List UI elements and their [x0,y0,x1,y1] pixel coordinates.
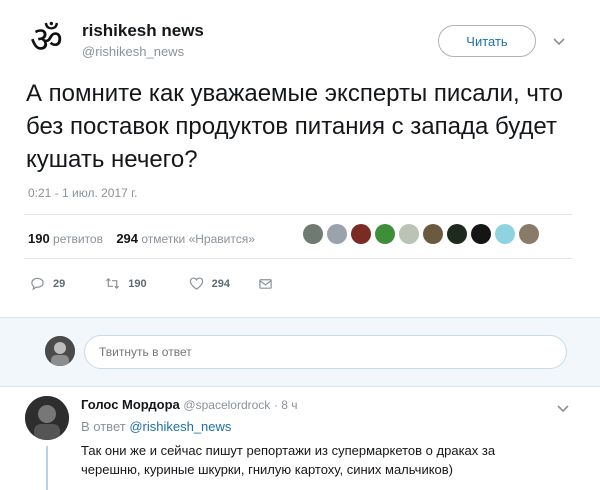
comment-text: Так они же и сейчас пишут репортажи из с… [81,443,496,477]
reply-icon [31,277,44,291]
commenter-avatar-image [25,396,69,440]
account-name[interactable]: rishikesh news [82,21,204,41]
comment-header: Голос Мордора @spacelordrock · 8 ч [81,397,298,412]
liker-avatar[interactable] [471,224,491,244]
commenter-avatar[interactable] [25,396,69,440]
comment-time[interactable]: · 8 ч [274,398,298,412]
chevron-down-icon[interactable] [552,34,566,48]
retweet-count: 190 [128,277,147,290]
retweet-icon [106,277,120,290]
likes-label[interactable]: отметки «Нравится» [141,232,255,246]
commenter-name[interactable]: Голос Мордора [81,397,180,412]
thread-line [46,446,48,490]
commenter-handle[interactable]: @spacelordrock [183,398,270,412]
liker-avatar[interactable] [423,224,443,244]
liker-avatar[interactable] [351,224,371,244]
envelope-icon [259,279,272,289]
liker-avatar[interactable] [519,224,539,244]
retweets-label[interactable]: ретвитов [53,232,103,246]
liker-avatar[interactable] [303,224,323,244]
likers-avatars [303,224,539,244]
liker-avatar[interactable] [447,224,467,244]
user-avatar-image [45,336,75,366]
reply-count: 29 [53,277,66,290]
like-count: 294 [211,277,230,290]
user-avatar[interactable] [45,336,75,366]
likes-count[interactable]: 294 [116,231,138,246]
follow-button[interactable]: Читать [438,25,536,57]
tweet-actions: 29 190 294 [30,276,301,291]
reply-prefix: В ответ [81,419,126,434]
liker-avatar[interactable] [495,224,515,244]
tweet-text: А помните как уважаемые эксперты писали,… [26,80,563,173]
liker-avatar[interactable] [399,224,419,244]
account-handle[interactable]: @rishikesh_news [82,44,184,59]
retweet-action[interactable]: 190 [105,276,147,291]
divider [24,258,572,259]
liker-avatar[interactable] [375,224,395,244]
retweets-count[interactable]: 190 [28,231,50,246]
reply-action[interactable]: 29 [30,276,65,291]
message-action[interactable] [258,276,273,291]
om-logo-icon: ॐ [30,20,63,58]
liker-avatar[interactable] [327,224,347,244]
reply-to-line: В ответ @rishikesh_news [81,419,231,434]
reply-input[interactable] [84,335,567,369]
tweet-timestamp[interactable]: 0:21 - 1 июл. 2017 г. [28,186,137,200]
like-action[interactable]: 294 [189,276,230,291]
heart-icon [189,277,203,290]
comment-chevron-down-icon[interactable] [556,401,570,415]
svg-text:ॐ: ॐ [30,20,63,58]
tweet-stats: 190 ретвитов 294 отметки «Нравится» [28,231,255,246]
reply-to-link[interactable]: @rishikesh_news [129,419,231,434]
divider [24,214,572,215]
